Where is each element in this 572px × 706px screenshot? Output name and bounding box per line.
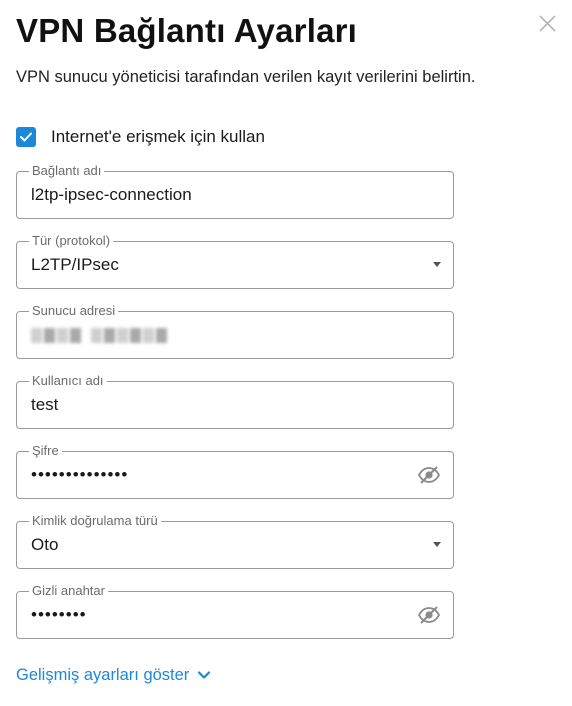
secret-key-value: •••••••• <box>31 605 87 624</box>
chevron-down-icon <box>198 671 211 679</box>
password-field[interactable]: Şifre •••••••••••••• <box>16 443 454 499</box>
internet-access-checkbox[interactable] <box>16 127 36 147</box>
auth-type-value: Oto <box>31 535 59 554</box>
dropdown-arrow-icon <box>433 262 441 267</box>
eye-off-icon[interactable] <box>417 605 441 625</box>
internet-access-checkbox-row[interactable]: Internet'e erişmek için kullan <box>16 125 265 149</box>
show-advanced-settings-label: Gelişmiş ayarları göster <box>16 665 190 684</box>
internet-access-label: Internet'e erişmek için kullan <box>51 127 265 146</box>
dropdown-arrow-icon <box>433 542 441 547</box>
username-field[interactable]: Kullanıcı adı test <box>16 373 454 429</box>
connection-name-field[interactable]: Bağlantı adı l2tp-ipsec-connection <box>16 163 454 219</box>
dialog-subtitle: VPN sunucu yöneticisi tarafından verilen… <box>16 68 476 86</box>
server-address-redacted-value <box>31 325 167 345</box>
server-address-field[interactable]: Sunucu adresi <box>16 303 454 359</box>
password-value: •••••••••••••• <box>31 465 129 484</box>
protocol-value: L2TP/IPsec <box>31 255 119 274</box>
auth-type-select[interactable]: Kimlik doğrulama türü Oto <box>16 513 454 569</box>
dialog-title: VPN Bağlantı Ayarları <box>16 12 358 49</box>
eye-off-icon[interactable] <box>417 465 441 485</box>
server-address-label: Sunucu adresi <box>29 303 119 319</box>
secret-key-field[interactable]: Gizli anahtar •••••••• <box>16 583 454 639</box>
checkmark-icon <box>20 132 32 142</box>
username-value: test <box>31 395 59 414</box>
show-advanced-settings-link[interactable]: Gelişmiş ayarları göster <box>16 664 211 686</box>
connection-name-value: l2tp-ipsec-connection <box>31 185 192 204</box>
close-icon[interactable] <box>537 13 559 35</box>
protocol-select[interactable]: Tür (protokol) L2TP/IPsec <box>16 233 454 289</box>
